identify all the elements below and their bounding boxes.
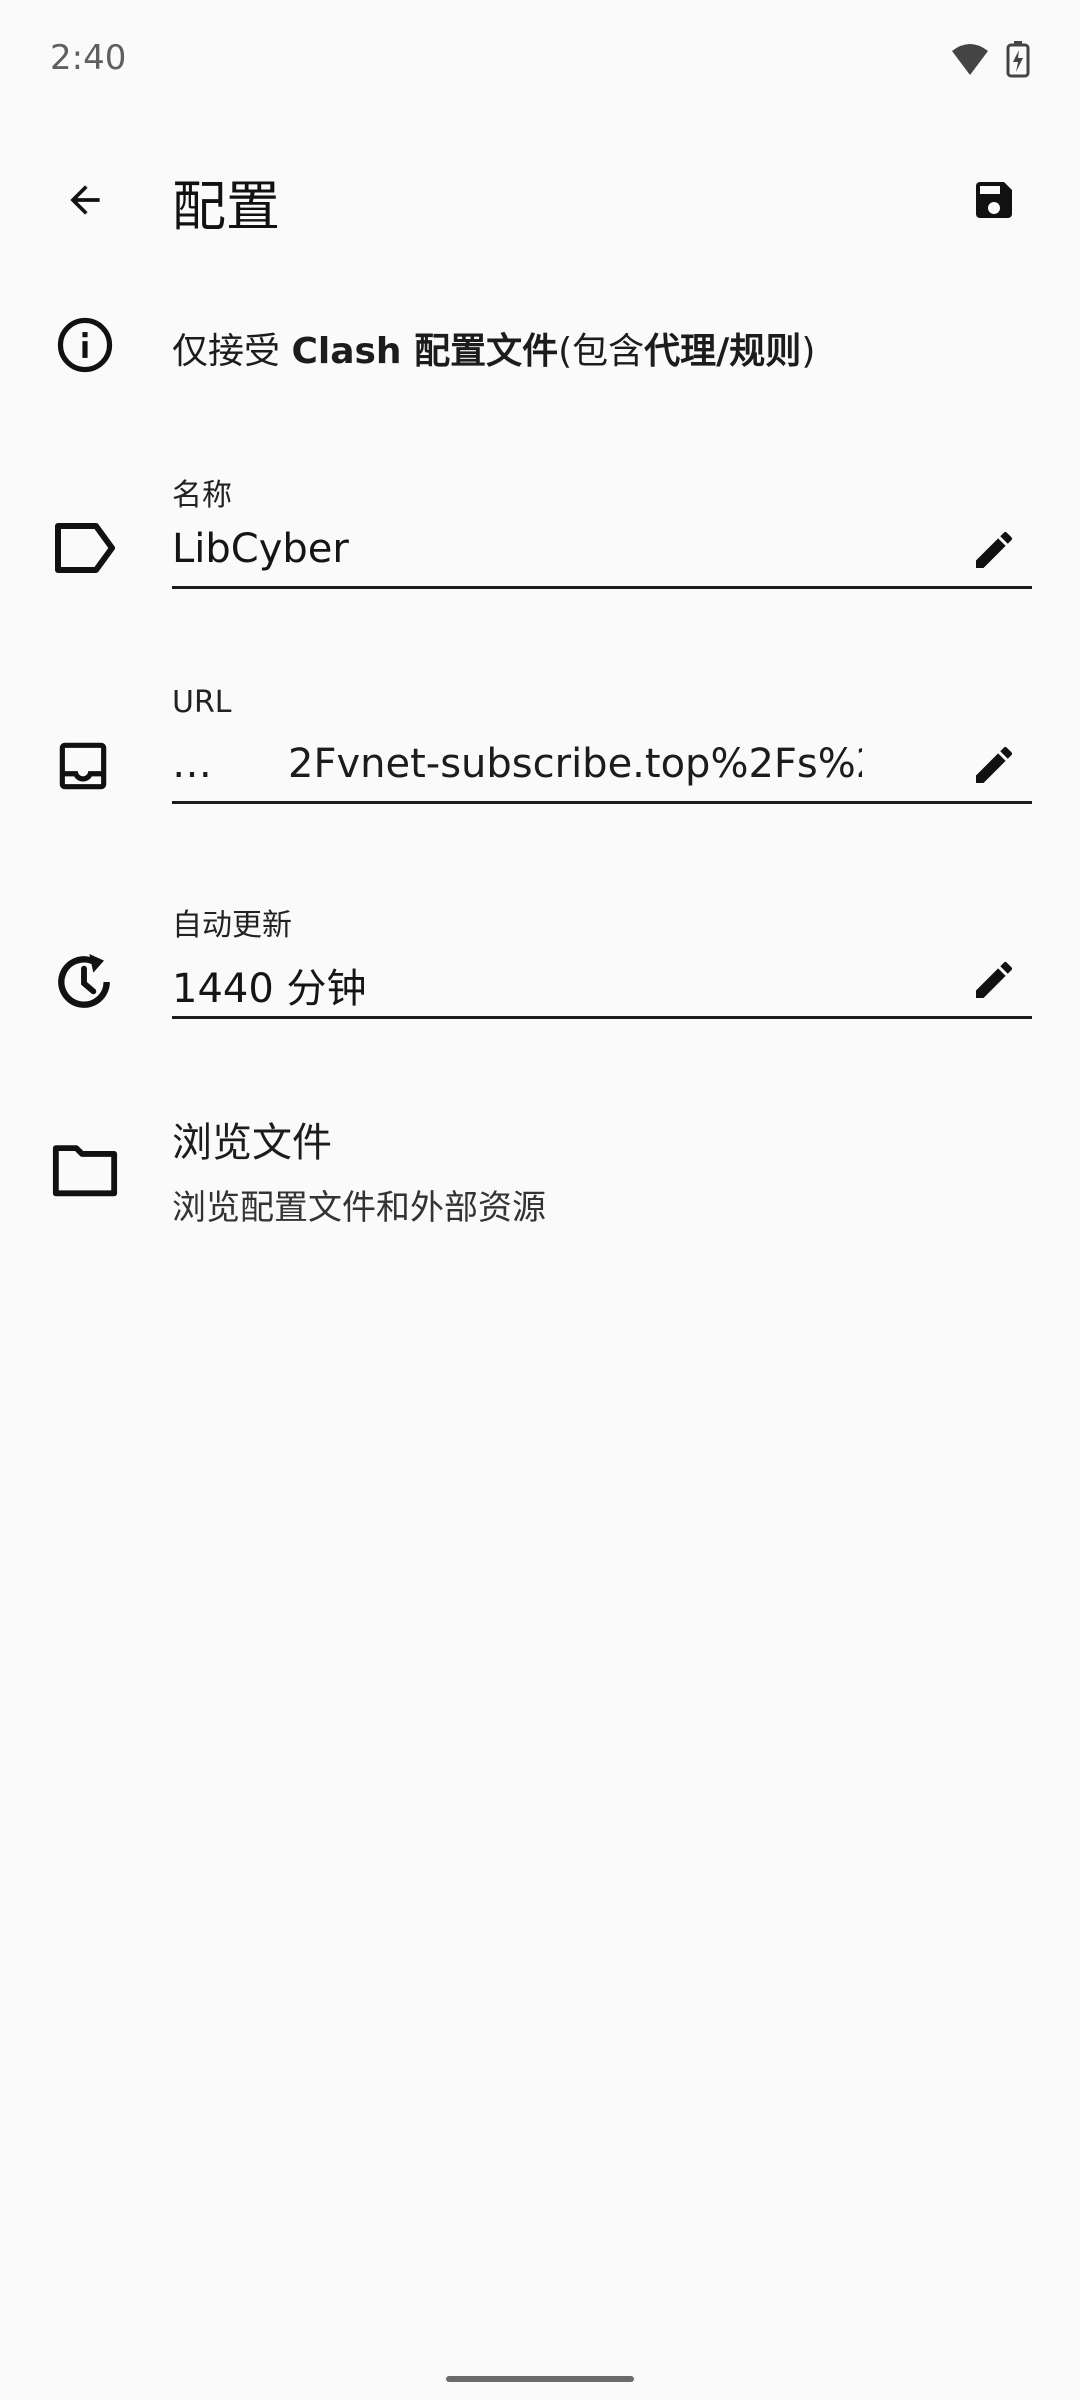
browse-files-title: 浏览文件 (172, 1120, 332, 1166)
status-icons (950, 40, 1030, 78)
status-bar: 2:40 (0, 0, 1080, 120)
url-field-label: URL (172, 685, 232, 720)
browse-files-row[interactable]: 浏览文件 浏览配置文件和外部资源 (0, 1110, 1080, 1250)
inbox-icon (59, 742, 107, 790)
url-text: 2Fvnet-subscribe.top%2Fs%2F (288, 741, 905, 787)
edit-icon[interactable] (970, 526, 1018, 574)
auto-update-field-label: 自动更新 (172, 908, 292, 943)
url-fade (862, 741, 952, 797)
browse-files-subtitle: 浏览配置文件和外部资源 (172, 1188, 546, 1228)
url-field-value: … 2Fvnet-subscribe.top%2Fs%2F (172, 741, 952, 797)
auto-update-field[interactable]: 1440 分钟 (172, 952, 1032, 1019)
auto-update-field-row[interactable]: 自动更新 1440 分钟 (0, 900, 1080, 1050)
label-icon (55, 523, 115, 573)
info-text-part1: 仅接受 (172, 331, 292, 372)
back-button[interactable] (55, 170, 115, 230)
info-text-bold2: 代理/规则 (644, 331, 802, 372)
save-button[interactable] (964, 170, 1024, 230)
info-text-bold1: Clash 配置文件 (291, 331, 559, 372)
url-field[interactable]: … 2Fvnet-subscribe.top%2Fs%2F (172, 737, 1032, 804)
info-row: 仅接受 Clash 配置文件(包含代理/规则) (0, 300, 1080, 390)
info-icon (57, 317, 113, 373)
name-field[interactable]: LibCyber (172, 522, 1032, 589)
name-field-value: LibCyber (172, 526, 349, 572)
battery-charging-icon (1006, 41, 1030, 78)
name-field-row[interactable]: 名称 LibCyber (0, 470, 1080, 620)
info-text: 仅接受 Clash 配置文件(包含代理/规则) (172, 322, 815, 374)
app-bar: 配置 (0, 150, 1080, 250)
name-field-label: 名称 (172, 478, 232, 513)
auto-update-field-value: 1440 分钟 (172, 966, 367, 1012)
arrow-back-icon (70, 185, 100, 215)
info-text-part2: (包含 (558, 331, 645, 372)
folder-icon (52, 1145, 118, 1197)
info-text-part3: ) (801, 331, 816, 372)
edit-icon[interactable] (970, 741, 1018, 789)
navigation-handle[interactable] (446, 2376, 634, 2382)
status-time: 2:40 (50, 38, 127, 78)
edit-icon[interactable] (970, 956, 1018, 1004)
url-field-row[interactable]: URL … 2Fvnet-subscribe.top%2Fs%2F (0, 685, 1080, 835)
save-icon (976, 182, 1012, 218)
update-icon (58, 954, 110, 1008)
wifi-icon (952, 44, 988, 75)
url-ellipsis: … (172, 741, 212, 787)
page-title: 配置 (172, 175, 280, 238)
